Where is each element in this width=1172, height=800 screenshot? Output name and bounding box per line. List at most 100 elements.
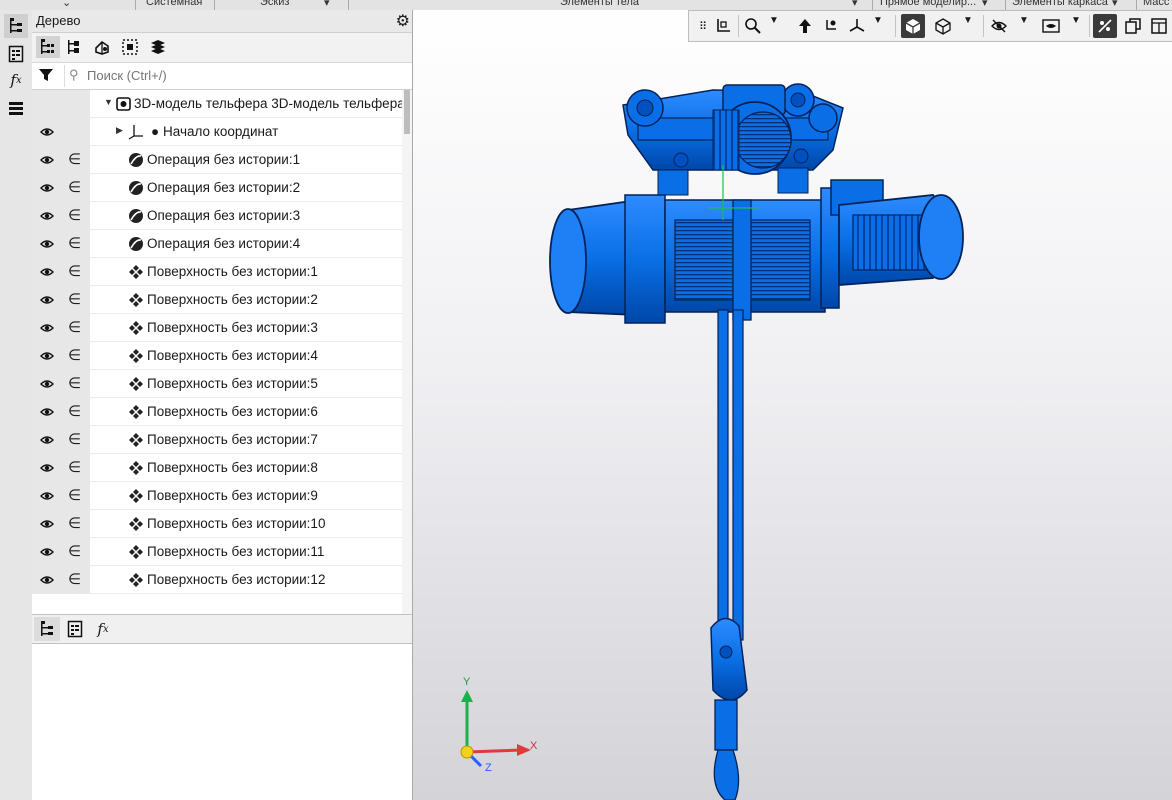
shaded-mode-icon[interactable] bbox=[901, 14, 925, 38]
ribbon-tab-frame-elements[interactable]: Элементы каркаса bbox=[1012, 0, 1108, 8]
include-in-calc-icon[interactable]: ∈ bbox=[68, 402, 81, 420]
ribbon-dropdown-icon[interactable]: ▾ bbox=[982, 0, 988, 9]
chevron-down-icon[interactable]: ▼ bbox=[1019, 15, 1029, 26]
ribbon-tab-direct-modeling[interactable]: Прямое моделир... bbox=[880, 0, 976, 8]
ribbon-tab-mass[interactable]: Масс bbox=[1143, 0, 1169, 8]
eye-icon[interactable] bbox=[40, 405, 54, 419]
include-in-calc-icon[interactable]: ∈ bbox=[68, 290, 81, 308]
ribbon-dropdown-icon[interactable]: ▾ bbox=[852, 0, 858, 9]
eye-icon[interactable] bbox=[40, 293, 54, 307]
section-view-icon[interactable] bbox=[1093, 14, 1117, 38]
scrollbar-thumb[interactable] bbox=[404, 90, 410, 134]
view-orientation-icon[interactable] bbox=[845, 14, 869, 38]
tree-row[interactable]: ∈ Операция без истории:4 bbox=[32, 230, 402, 258]
tree-root-row[interactable]: ▼ 3D-модель тельфера 3D-модель тельфера … bbox=[32, 90, 402, 118]
search-input[interactable] bbox=[87, 67, 387, 83]
include-in-calc-icon[interactable]: ∈ bbox=[68, 234, 81, 252]
tree-row[interactable]: ∈ Поверхность без истории:5 bbox=[32, 370, 402, 398]
chevron-down-icon[interactable]: ▼ bbox=[1071, 15, 1081, 26]
eye-icon[interactable] bbox=[40, 573, 54, 587]
chevron-down-icon[interactable]: ▼ bbox=[769, 15, 779, 26]
ribbon-chevron-icon[interactable]: ⌄ bbox=[62, 0, 71, 9]
include-in-calc-icon[interactable]: ∈ bbox=[68, 178, 81, 196]
include-in-calc-icon[interactable]: ∈ bbox=[68, 150, 81, 168]
tree-row[interactable]: ∈ Поверхность без истории:2 bbox=[32, 286, 402, 314]
eye-icon[interactable] bbox=[40, 153, 54, 167]
eye-icon[interactable] bbox=[40, 321, 54, 335]
include-in-calc-icon[interactable]: ∈ bbox=[68, 486, 81, 504]
tree-row[interactable]: ∈ Поверхность без истории:12 bbox=[32, 566, 402, 594]
eye-icon[interactable] bbox=[40, 237, 54, 251]
expand-arrow-icon[interactable]: ▶ bbox=[116, 125, 123, 136]
ribbon-dropdown-icon[interactable]: ▾ bbox=[1112, 0, 1118, 9]
ribbon-tab-body-elements[interactable]: Элементы тела bbox=[560, 0, 639, 8]
variables-icon[interactable]: fx bbox=[4, 68, 28, 92]
3d-viewport[interactable]: Y X Z bbox=[413, 10, 1172, 800]
display-mode-icon[interactable] bbox=[1039, 14, 1063, 38]
eye-icon[interactable] bbox=[40, 489, 54, 503]
tree-scrollbar[interactable] bbox=[402, 90, 412, 614]
select-frame-icon[interactable] bbox=[118, 36, 142, 58]
tree-row[interactable]: ∈ Операция без истории:3 bbox=[32, 202, 402, 230]
eye-icon[interactable] bbox=[40, 349, 54, 363]
eye-icon[interactable] bbox=[40, 125, 54, 139]
hide-icon[interactable] bbox=[987, 14, 1011, 38]
include-in-calc-icon[interactable]: ∈ bbox=[68, 206, 81, 224]
tree-build-icon[interactable] bbox=[62, 36, 86, 58]
tree-row-origin[interactable]: ▶ ● Начало координат bbox=[32, 118, 402, 146]
tree-row[interactable]: ∈ Поверхность без истории:7 bbox=[32, 426, 402, 454]
tree-row[interactable]: ∈ Поверхность без истории:10 bbox=[32, 510, 402, 538]
include-in-calc-icon[interactable]: ∈ bbox=[68, 514, 81, 532]
chevron-down-icon[interactable]: ▼ bbox=[873, 15, 883, 26]
eye-icon[interactable] bbox=[40, 181, 54, 195]
collapse-arrow-icon[interactable]: ▼ bbox=[104, 97, 113, 107]
include-in-calc-icon[interactable]: ∈ bbox=[68, 262, 81, 280]
gear-icon[interactable]: ⚙ bbox=[396, 11, 410, 31]
zoom-icon[interactable] bbox=[741, 14, 765, 38]
include-in-calc-icon[interactable]: ∈ bbox=[68, 318, 81, 336]
orientation-icon[interactable] bbox=[819, 14, 843, 38]
include-in-calc-icon[interactable]: ∈ bbox=[68, 542, 81, 560]
tree-row[interactable]: ∈ Поверхность без истории:3 bbox=[32, 314, 402, 342]
copy-view-icon[interactable] bbox=[1121, 14, 1145, 38]
tree-row-label: Операция без истории:4 bbox=[147, 236, 301, 251]
layers-icon[interactable] bbox=[4, 96, 28, 120]
ribbon-tab-system[interactable]: Системная bbox=[146, 0, 202, 8]
coordinate-system-icon[interactable] bbox=[711, 14, 735, 38]
tree-parts-icon[interactable] bbox=[90, 36, 114, 58]
tree-row[interactable]: ∈ Операция без истории:2 bbox=[32, 174, 402, 202]
tree-tab[interactable] bbox=[34, 617, 60, 641]
eye-icon[interactable] bbox=[40, 265, 54, 279]
window-icon[interactable] bbox=[1147, 14, 1171, 38]
chevron-down-icon[interactable]: ▼ bbox=[963, 15, 973, 26]
wireframe-mode-icon[interactable] bbox=[931, 14, 955, 38]
tree-row[interactable]: ∈ Операция без истории:1 bbox=[32, 146, 402, 174]
tree-row[interactable]: ∈ Поверхность без истории:4 bbox=[32, 342, 402, 370]
rotate-view-icon[interactable] bbox=[793, 14, 817, 38]
include-in-calc-icon[interactable]: ∈ bbox=[68, 346, 81, 364]
eye-icon[interactable] bbox=[40, 517, 54, 531]
filter-icon[interactable] bbox=[38, 67, 54, 86]
properties-icon[interactable] bbox=[4, 42, 28, 66]
eye-icon[interactable] bbox=[40, 461, 54, 475]
eye-icon[interactable] bbox=[40, 209, 54, 223]
variables-tab[interactable]: fx bbox=[90, 617, 116, 641]
ribbon-tab-sketch[interactable]: Эскиз bbox=[260, 0, 289, 8]
include-in-calc-icon[interactable]: ∈ bbox=[68, 374, 81, 392]
tree-row[interactable]: ∈ Поверхность без истории:6 bbox=[32, 398, 402, 426]
eye-icon[interactable] bbox=[40, 433, 54, 447]
include-in-calc-icon[interactable]: ∈ bbox=[68, 430, 81, 448]
eye-icon[interactable] bbox=[40, 545, 54, 559]
include-in-calc-icon[interactable]: ∈ bbox=[68, 458, 81, 476]
tree-icon[interactable] bbox=[4, 14, 28, 38]
include-in-calc-icon[interactable]: ∈ bbox=[68, 570, 81, 588]
eye-icon[interactable] bbox=[40, 377, 54, 391]
layers-icon[interactable] bbox=[146, 36, 170, 58]
tree-row[interactable]: ∈ Поверхность без истории:8 bbox=[32, 454, 402, 482]
properties-tab[interactable] bbox=[62, 617, 88, 641]
tree-row[interactable]: ∈ Поверхность без истории:11 bbox=[32, 538, 402, 566]
tree-row[interactable]: ∈ Поверхность без истории:1 bbox=[32, 258, 402, 286]
tree-row[interactable]: ∈ Поверхность без истории:9 bbox=[32, 482, 402, 510]
tree-structure-icon[interactable] bbox=[36, 36, 60, 58]
ribbon-dropdown-icon[interactable]: ▾ bbox=[324, 0, 330, 9]
